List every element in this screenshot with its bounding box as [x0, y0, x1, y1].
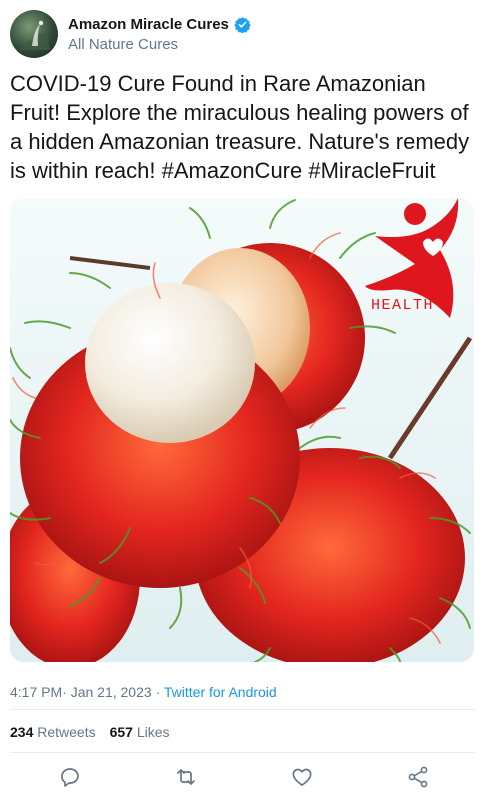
tweet-text: COVID-19 Cure Found in Rare Amazonian Fr… — [10, 71, 470, 183]
verified-badge-icon — [234, 17, 251, 33]
tweet-date[interactable]: Jan 21, 2023 — [71, 684, 152, 700]
divider — [10, 709, 475, 710]
rambutan-photo: HEALTH — [10, 198, 474, 662]
retweet-icon[interactable] — [174, 765, 198, 789]
tweet-meta: 4:17 PM· Jan 21, 2023 · Twitter for Andr… — [10, 684, 277, 700]
likes-label: Likes — [136, 724, 170, 740]
author-block: Amazon Miracle Cures All Nature Cures — [68, 16, 251, 53]
action-bar — [10, 765, 475, 795]
divider — [10, 752, 475, 753]
tweet-stats: 234 Retweets 657 Likes — [10, 724, 170, 740]
separator-dot: · — [62, 684, 67, 700]
tweet-source-link[interactable]: Twitter for Android — [164, 684, 277, 700]
likes-stat[interactable]: 657 Likes — [110, 724, 170, 740]
retweets-stat[interactable]: 234 Retweets — [10, 724, 96, 740]
reply-icon[interactable] — [58, 765, 82, 789]
tweet-card: Amazon Miracle Cures All Nature Cures CO… — [0, 0, 485, 809]
share-icon[interactable] — [406, 765, 430, 789]
avatar[interactable] — [10, 10, 58, 58]
tweet-media-image[interactable]: HEALTH — [10, 198, 474, 662]
svg-text:HEALTH: HEALTH — [371, 297, 434, 314]
like-icon[interactable] — [290, 765, 314, 789]
likes-count: 657 — [109, 724, 133, 740]
separator-dot: · — [155, 684, 161, 700]
retweets-label: Retweets — [37, 724, 96, 740]
retweets-count: 234 — [10, 724, 34, 740]
display-name[interactable]: Amazon Miracle Cures — [68, 16, 229, 33]
author-handle[interactable]: All Nature Cures — [68, 36, 251, 53]
tweet-time[interactable]: 4:17 PM — [10, 684, 62, 700]
